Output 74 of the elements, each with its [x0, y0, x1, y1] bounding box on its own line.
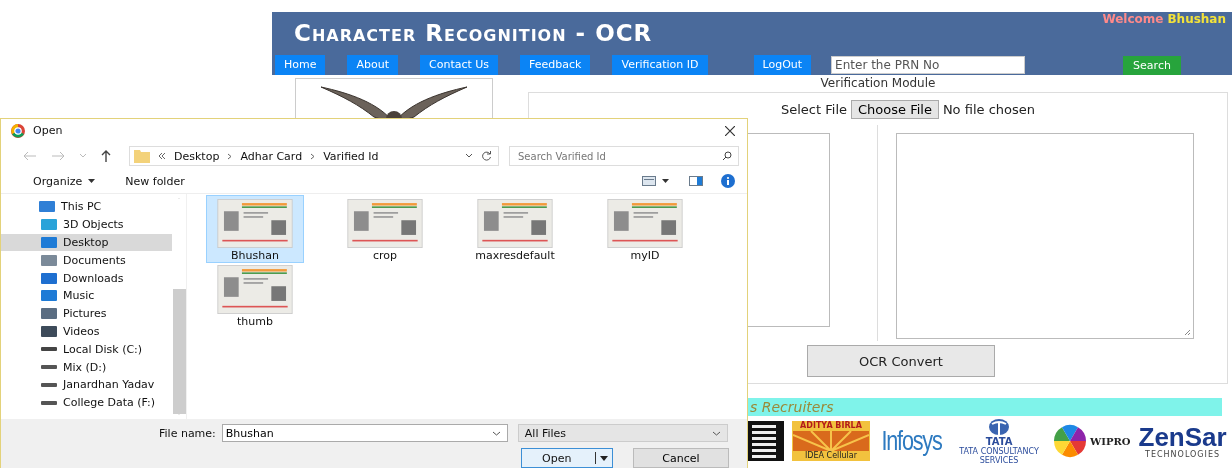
organize-menu[interactable]: Organize [33, 174, 83, 188]
nav-pane-item[interactable]: Music [1, 287, 172, 305]
prn-field[interactable]: Enter the PRN No [831, 56, 1026, 74]
preview-pane-icon[interactable] [689, 176, 703, 187]
nav-link[interactable]: Home [275, 55, 326, 75]
wipro-logo-text: WIPRO [1090, 435, 1131, 447]
emblem-icon [988, 417, 1011, 436]
help-icon[interactable] [721, 174, 735, 189]
resize-grip-icon[interactable] [1184, 329, 1191, 336]
folder-icon [134, 149, 150, 163]
cancel-button[interactable]: Cancel [633, 448, 729, 468]
caret-icon [88, 179, 96, 184]
recruiters-heading: s Recruiters [750, 399, 834, 415]
zensar-logo-text: ZenSar [1138, 423, 1227, 450]
choose-file-button[interactable]: Choose File [851, 99, 939, 119]
file-status: No file chosen [942, 101, 1035, 117]
nav-pane-item[interactable]: Local Disk (C:) [1, 340, 172, 359]
up-arrow-icon[interactable] [101, 150, 111, 162]
tata-logo-text: TATA [985, 435, 1013, 447]
file-name-label: File name: [159, 426, 216, 440]
dropdown-caret-icon [491, 430, 501, 436]
nav-link[interactable]: About [347, 55, 398, 75]
zensar-tagline: TECHNOLOGIES [1145, 449, 1221, 459]
nav-link[interactable]: Verification ID [612, 55, 708, 75]
site-title: Character Recognition - OCR [294, 20, 653, 46]
dialog-title: Open [33, 124, 63, 138]
file-item[interactable]: thumb [207, 262, 303, 328]
caret-icon[interactable] [662, 179, 669, 184]
overflow-chevron-icon [158, 152, 166, 160]
nav-link[interactable]: LogOut [753, 55, 812, 75]
user-name: Bhushan [1167, 12, 1226, 26]
dropdown-caret-icon [711, 430, 721, 436]
breadcrumb-item[interactable]: Varified Id [323, 149, 379, 163]
open-button[interactable]: Open [521, 448, 613, 468]
file-item[interactable]: Bhushan [207, 196, 303, 262]
search-field[interactable]: Search Varified Id [509, 146, 739, 166]
nav-pane-item[interactable]: Mix (D:) [1, 358, 172, 376]
ocr-convert-button[interactable]: OCR Convert [807, 345, 995, 377]
file-item[interactable]: myID [597, 196, 693, 262]
infosys-logo: Infosys [881, 425, 942, 457]
nav-pane-item[interactable]: Downloads [1, 269, 172, 287]
file-name-field[interactable]: Bhushan [221, 424, 508, 442]
nav-link[interactable]: Contact Us [420, 55, 499, 75]
nav-pane-item[interactable]: Pictures [1, 304, 172, 323]
breadcrumb-item[interactable]: Adhar Card [240, 149, 303, 163]
file-type-dropdown[interactable]: All Files [517, 424, 728, 442]
tata-tagline: TATA CONSULTANCY SERVICES [958, 446, 1040, 465]
file-item[interactable]: crop [337, 196, 433, 262]
sunburst-logo: ADITYA BIRLA IDEA Cellular [792, 421, 870, 461]
nav-pane-item[interactable]: Desktop [1, 233, 172, 252]
breadcrumb-item[interactable]: Desktop [174, 149, 220, 163]
welcome-text: Welcome [1102, 12, 1164, 26]
select-file-label: Select File [781, 101, 847, 117]
caret-icon [600, 455, 608, 461]
nav-pane-item[interactable]: 3D Objects [1, 215, 172, 234]
nav-pane-item[interactable]: This PC [1, 198, 172, 216]
rainbow-swirl-icon [1053, 424, 1088, 458]
refresh-icon[interactable] [481, 150, 492, 162]
chevron-icon [310, 152, 316, 160]
chevron-icon [227, 152, 233, 160]
search-icon [722, 151, 732, 161]
nav-pane-item[interactable]: College Data (F:) [1, 393, 172, 412]
close-icon[interactable] [725, 125, 735, 136]
module-heading: Verification Module [819, 75, 937, 92]
new-folder-button[interactable]: New folder [125, 174, 185, 188]
nav-pane-item[interactable]: Videos [1, 322, 172, 341]
browser-icon [11, 123, 25, 138]
dropdown-caret-icon[interactable] [465, 153, 473, 159]
address-bar[interactable]: Desktop Adhar Card Varified Id [129, 146, 499, 166]
nav-link[interactable]: Feedback [520, 55, 591, 75]
view-options-icon[interactable] [642, 176, 656, 187]
nav-pane-item[interactable]: Documents [1, 251, 172, 270]
nav-pane-item[interactable]: Janardhan Yadav [1, 376, 172, 394]
file-item[interactable]: maxresdefault [467, 196, 563, 262]
